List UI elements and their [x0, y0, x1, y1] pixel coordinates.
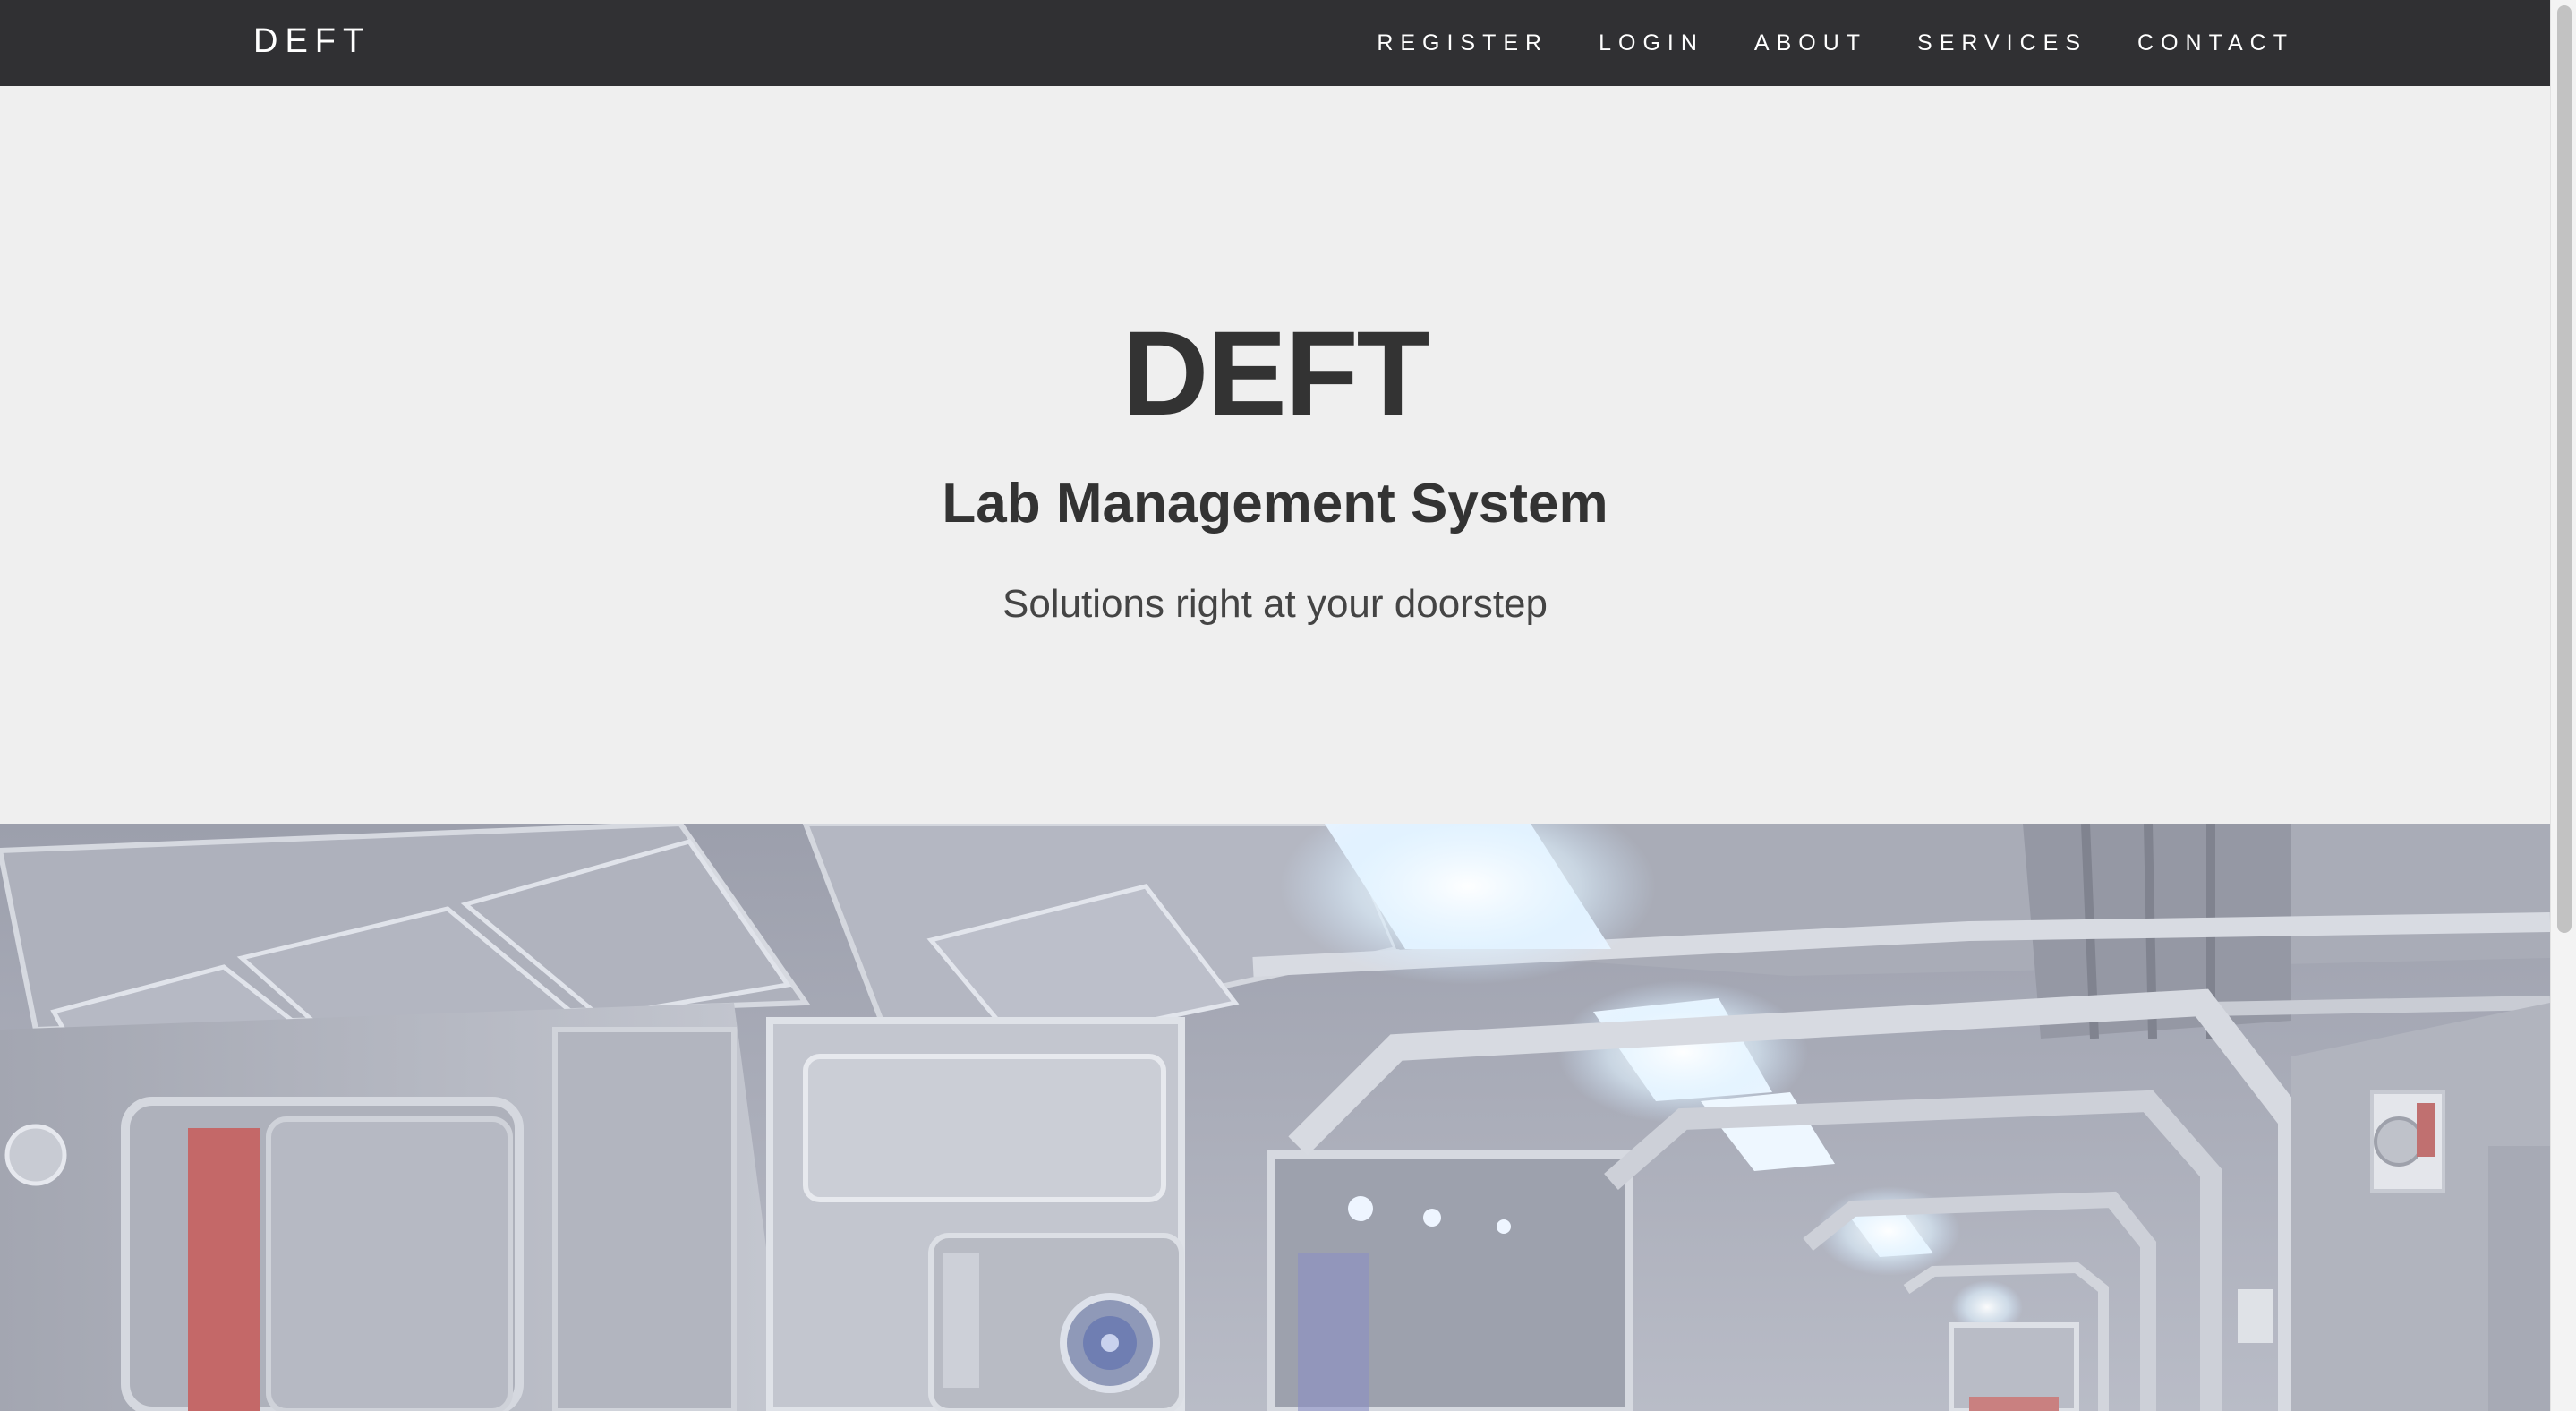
navbar: DEFT REGISTER LOGIN ABOUT SERVICES CONTA… [0, 0, 2550, 86]
page: DEFT REGISTER LOGIN ABOUT SERVICES CONTA… [0, 0, 2576, 1411]
sci-fi-lab-corridor-image [0, 824, 2550, 1411]
corridor-illustration [0, 824, 2550, 1411]
nav-link-contact[interactable]: CONTACT [2137, 30, 2294, 56]
hero-tagline: Solutions right at your doorstep [1002, 582, 1548, 626]
hero-title: DEFT [1122, 307, 1430, 440]
nav-link-services[interactable]: SERVICES [1917, 30, 2087, 56]
hero-section: DEFT Lab Management System Solutions rig… [0, 86, 2550, 824]
nav-link-register[interactable]: REGISTER [1377, 30, 1548, 56]
nav-links: REGISTER LOGIN ABOUT SERVICES CONTACT [1326, 0, 2294, 86]
nav-link-about[interactable]: ABOUT [1754, 30, 1867, 56]
hero-subtitle: Lab Management System [942, 473, 1608, 534]
brand-logo-link[interactable]: DEFT [253, 0, 371, 86]
vertical-scrollbar[interactable] [2550, 0, 2576, 1411]
nav-link-login[interactable]: LOGIN [1599, 30, 1704, 56]
scrollbar-thumb[interactable] [2557, 5, 2572, 933]
